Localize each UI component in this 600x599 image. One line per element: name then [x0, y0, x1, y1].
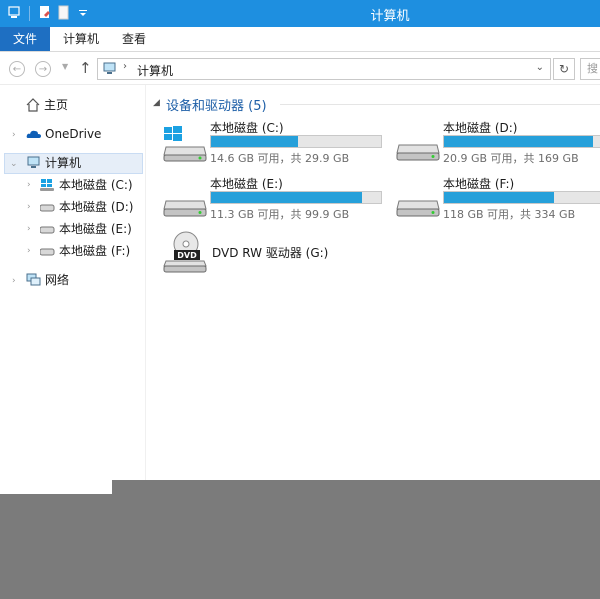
tab-computer[interactable]: 计算机 — [55, 27, 107, 51]
drive-icon — [40, 226, 55, 234]
computer-icon — [103, 62, 116, 74]
tab-view[interactable]: 查看 — [112, 27, 156, 51]
drive-usage-bar — [443, 191, 600, 204]
recent-locations-dropdown[interactable]: ▼ — [62, 62, 68, 71]
onedrive-cloud-icon — [26, 130, 41, 138]
expand-arrow-icon[interactable]: › — [27, 202, 31, 212]
home-icon — [26, 98, 40, 112]
nav-item-label: 网络 — [45, 273, 70, 287]
nav-item-label: 本地磁盘 (F:) — [59, 244, 131, 258]
forward-button[interactable]: → — [35, 61, 51, 77]
dvd-badge: DVD — [177, 251, 197, 260]
drive-icon — [40, 248, 55, 256]
drive-name: 本地磁盘 (D:) — [443, 121, 518, 135]
group-collapse-icon[interactable]: ◢ — [153, 98, 160, 108]
nav-item-label: 本地磁盘 (D:) — [59, 200, 134, 214]
drive-tile-c[interactable]: 本地磁盘 (C:) 14.6 GB 可用，共 29.9 GB — [162, 119, 392, 171]
network-icon — [26, 273, 41, 286]
drive-free-space: 14.6 GB 可用，共 29.9 GB — [210, 152, 350, 165]
drive-usage-fill — [444, 136, 593, 147]
address-bar[interactable]: › 计算机 ⌄ — [97, 58, 551, 80]
window-title: 计算机 — [370, 9, 410, 24]
drive-name: 本地磁盘 (E:) — [210, 177, 283, 191]
computer-icon — [27, 156, 40, 168]
bottom-strip — [0, 480, 112, 494]
group-divider — [280, 104, 600, 105]
windows-drive-icon — [40, 179, 54, 191]
expand-arrow-icon[interactable]: › — [12, 276, 16, 286]
collapse-arrow-icon[interactable]: ⌄ — [10, 159, 18, 169]
drive-usage-fill — [211, 192, 362, 203]
drive-usage-bar — [210, 191, 382, 204]
drive-tile-f[interactable]: 本地磁盘 (F:) 118 GB 可用，共 334 GB — [395, 175, 600, 227]
tab-file[interactable]: 文件 — [0, 27, 50, 51]
drive-icon — [396, 144, 440, 161]
drive-name: 本地磁盘 (F:) — [443, 177, 515, 191]
drive-usage-fill — [211, 136, 299, 147]
drive-usage-bar — [443, 135, 600, 148]
nav-item-label: OneDrive — [45, 127, 102, 141]
drive-name: DVD RW 驱动器 (G:) — [212, 246, 329, 260]
nav-item-label: 本地磁盘 (E:) — [59, 222, 132, 236]
ribbon-tabs: 文件 计算机 查看 — [0, 27, 600, 52]
navigation-bar: ← → ▼ ↑ › 计算机 ⌄ ↻ 搜 — [0, 52, 600, 85]
drive-free-space: 20.9 GB 可用，共 169 GB — [443, 152, 579, 165]
back-button[interactable]: ← — [9, 61, 25, 77]
gray-backdrop — [112, 480, 600, 599]
breadcrumb-separator-icon[interactable]: › — [123, 61, 127, 72]
expand-arrow-icon[interactable]: › — [27, 224, 31, 234]
refresh-button[interactable]: ↻ — [553, 58, 575, 80]
navigation-pane: 主页 › OneDrive ⌄ 计算机 › 本地磁盘 (C:) › 本地磁盘 (… — [0, 85, 146, 480]
nav-item-label: 本地磁盘 (C:) — [59, 178, 133, 192]
explorer-window: 计算机 文件 计算机 查看 ← → ▼ ↑ › 计算机 ⌄ ↻ 搜 主页 › O… — [0, 0, 600, 480]
title-bar: 计算机 — [0, 0, 600, 27]
drive-icon — [396, 200, 440, 217]
expand-arrow-icon[interactable]: › — [27, 246, 31, 256]
up-button[interactable]: ↑ — [79, 59, 92, 77]
drive-icon — [40, 204, 55, 212]
windows-drive-icon — [163, 126, 207, 162]
drive-icon — [163, 200, 207, 217]
expand-arrow-icon[interactable]: › — [27, 180, 31, 190]
drive-tile-e[interactable]: 本地磁盘 (E:) 11.3 GB 可用，共 99.9 GB — [162, 175, 392, 227]
drive-usage-bar — [210, 135, 382, 148]
drive-usage-fill — [444, 192, 554, 203]
drive-tile-dvd[interactable]: DVD DVD RW 驱动器 (G:) — [162, 230, 392, 282]
dvd-drive-icon: DVD — [163, 231, 207, 273]
drive-free-space: 118 GB 可用，共 334 GB — [443, 208, 576, 221]
search-input[interactable]: 搜 — [580, 58, 600, 80]
drive-tile-d[interactable]: 本地磁盘 (D:) 20.9 GB 可用，共 169 GB — [395, 119, 600, 171]
nav-item-label: 主页 — [44, 98, 69, 112]
nav-item-label: 计算机 — [45, 156, 82, 170]
breadcrumb-computer[interactable]: 计算机 — [137, 62, 173, 79]
expand-arrow-icon[interactable]: › — [12, 130, 16, 140]
drive-name: 本地磁盘 (C:) — [210, 121, 284, 135]
address-dropdown-icon[interactable]: ⌄ — [536, 62, 544, 73]
drive-free-space: 11.3 GB 可用，共 99.9 GB — [210, 208, 350, 221]
group-header-devices[interactable]: 设备和驱动器 (5) — [166, 95, 267, 114]
